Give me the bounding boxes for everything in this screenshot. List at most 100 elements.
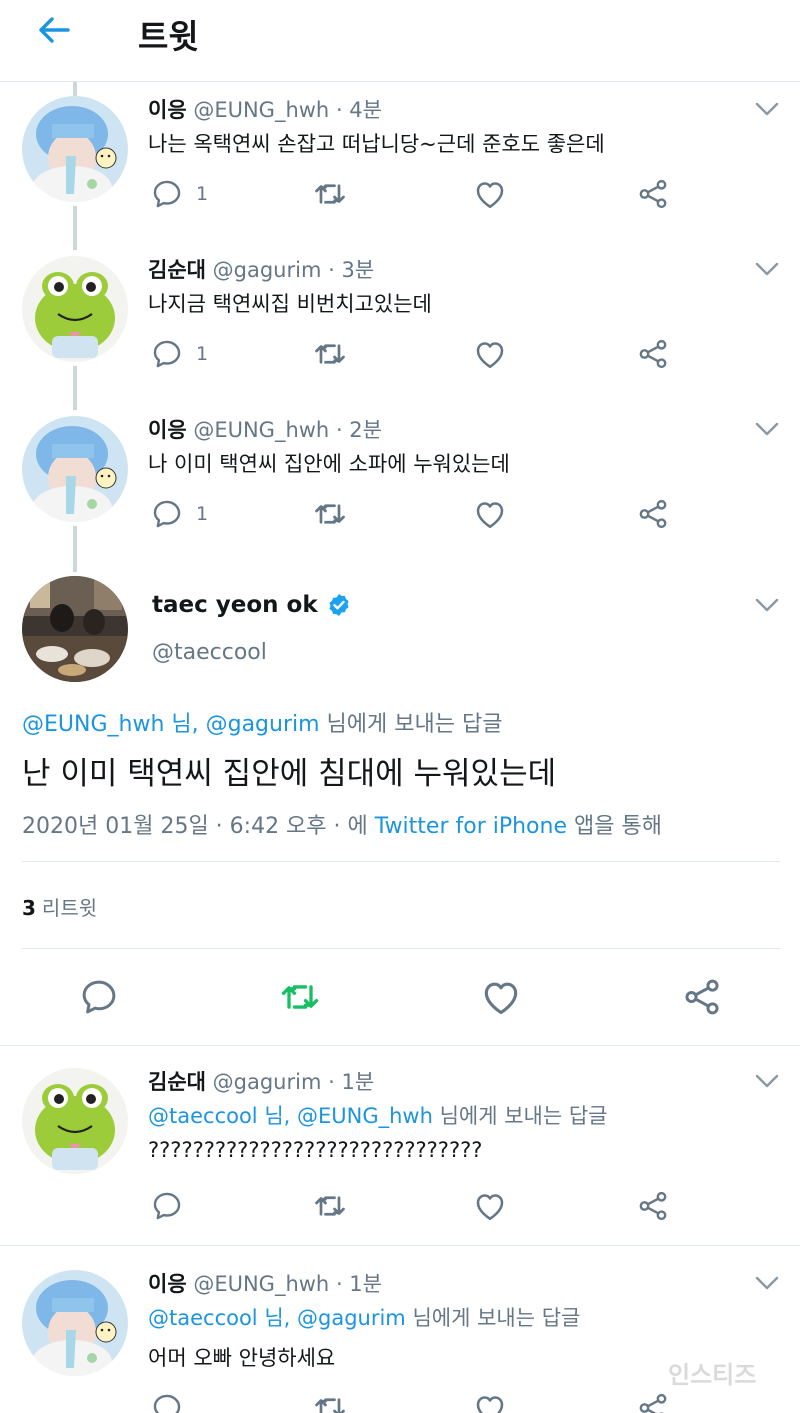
share-button[interactable] (636, 1390, 670, 1413)
user-name[interactable]: 이응 (148, 1272, 187, 1296)
tweet-header: 이응 @EUNG_hwh · 2분 (148, 414, 382, 444)
like-icon (479, 975, 523, 1019)
tweet-header: 김순대 @gagurim · 1분 (148, 1066, 374, 1096)
avatar[interactable] (22, 1270, 128, 1376)
like-button[interactable] (472, 1188, 508, 1224)
user-handle[interactable]: @EUNG_hwh (193, 1272, 329, 1296)
user-name[interactable]: 김순대 (148, 1070, 206, 1094)
replying-to: @taeccool 님, @EUNG_hwh 님에게 보내는 답글 (148, 1100, 608, 1130)
user-name[interactable]: 이응 (148, 418, 187, 442)
main-reply-button[interactable] (77, 975, 121, 1019)
user-handle[interactable]: @gagurim (213, 1070, 322, 1094)
retweet-icon (278, 975, 322, 1019)
main-retweet-button[interactable] (278, 975, 322, 1019)
avatar[interactable] (22, 256, 128, 362)
reply-button[interactable] (150, 1188, 184, 1224)
reply-mentions-link[interactable]: @taeccool 님, @gagurim (148, 1306, 406, 1330)
like-button[interactable] (472, 336, 508, 372)
like-icon (472, 496, 508, 532)
retweet-button[interactable] (312, 1188, 348, 1224)
share-button[interactable] (636, 496, 670, 532)
back-arrow-icon (39, 17, 70, 43)
main-tweet-menu-button[interactable] (754, 596, 780, 614)
replying-to: @EUNG_hwh 님, @gagurim 님에게 보내는 답글 (22, 706, 502, 738)
share-icon (636, 337, 670, 371)
tweet-actions: 1 (148, 496, 688, 532)
reply-button[interactable]: 1 (150, 496, 208, 532)
divider (22, 861, 780, 862)
tweet-menu-button[interactable] (754, 420, 780, 438)
main-share-button[interactable] (680, 975, 724, 1019)
chevron-down-icon (754, 1274, 780, 1292)
tweet-text: 나지금 택연씨집 비번치고있는데 (148, 292, 432, 316)
divider (22, 948, 780, 949)
thread-line (73, 206, 77, 250)
user-handle[interactable]: @EUNG_hwh (193, 98, 329, 122)
reply-suffix: 님에게 보내는 답글 (432, 1104, 608, 1128)
main-avatar[interactable] (22, 576, 128, 682)
tweet-actions: 1 (148, 336, 688, 372)
page-title: 트윗 (138, 17, 199, 56)
retweet-stat[interactable]: 3 리트윗 (22, 892, 97, 921)
like-button[interactable] (472, 176, 508, 212)
tweet-menu-button[interactable] (754, 1072, 780, 1090)
back-button[interactable] (30, 10, 78, 50)
tweet-menu-button[interactable] (754, 260, 780, 278)
reply-icon (150, 1189, 184, 1223)
retweet-icon (312, 1390, 348, 1413)
share-button[interactable] (636, 1188, 670, 1224)
watermark: 인스티즈 (668, 1361, 757, 1389)
thread-line (73, 82, 77, 96)
chevron-down-icon (754, 420, 780, 438)
divider (0, 1045, 800, 1046)
tweet-text: 나 이미 택연씨 집안에 소파에 누워있는데 (148, 452, 510, 476)
avatar[interactable] (22, 1068, 128, 1174)
tweet-text: 어머 오빠 안녕하세요 (148, 1346, 336, 1370)
user-handle[interactable]: @gagurim (213, 258, 322, 282)
reply-button[interactable]: 1 (150, 176, 208, 212)
main-user-display-name: taec yeon ok (152, 592, 318, 618)
retweet-button[interactable] (312, 496, 348, 532)
main-tweet-actions (0, 975, 800, 1019)
retweet-button[interactable] (312, 336, 348, 372)
chevron-down-icon (754, 596, 780, 614)
tweet-time: · 3분 (328, 258, 375, 282)
retweet-button[interactable] (312, 1390, 348, 1413)
tweet-actions (148, 1390, 688, 1413)
share-button[interactable] (636, 176, 670, 212)
thread-line (73, 526, 77, 572)
retweet-button[interactable] (312, 176, 348, 212)
user-handle[interactable]: @EUNG_hwh (193, 418, 329, 442)
tweet-menu-button[interactable] (754, 1274, 780, 1292)
reply-button[interactable]: 1 (150, 336, 208, 372)
avatar[interactable] (22, 96, 128, 202)
tweet-time: · 4분 (335, 98, 382, 122)
like-icon (472, 1188, 508, 1224)
tweet-source-link[interactable]: Twitter for iPhone (375, 814, 567, 839)
share-button[interactable] (636, 336, 670, 372)
share-icon (636, 1189, 670, 1223)
user-name[interactable]: 이응 (148, 98, 187, 122)
reply-mentions-link[interactable]: @taeccool 님, @EUNG_hwh (148, 1104, 433, 1128)
like-button[interactable] (472, 1390, 508, 1413)
tweet-header: 김순대 @gagurim · 3분 (148, 254, 374, 284)
like-icon (472, 336, 508, 372)
replying-to: @taeccool 님, @gagurim 님에게 보내는 답글 (148, 1302, 580, 1332)
like-button[interactable] (472, 496, 508, 532)
reply-button[interactable] (150, 1390, 184, 1413)
retweet-count: 3 (22, 896, 36, 920)
main-user-name[interactable]: taec yeon ok (152, 592, 352, 618)
chevron-down-icon (754, 260, 780, 278)
reply-icon (150, 497, 184, 531)
tweet-time: · 1분 (335, 1272, 382, 1296)
tweet-text: ?????????????????????????????? (148, 1138, 483, 1162)
retweet-icon (312, 496, 348, 532)
retweet-icon (312, 1188, 348, 1224)
share-icon (636, 177, 670, 211)
tweet-menu-button[interactable] (754, 100, 780, 118)
avatar[interactable] (22, 416, 128, 522)
user-name[interactable]: 김순대 (148, 258, 206, 282)
reply-mentions-link[interactable]: @EUNG_hwh 님, @gagurim (22, 712, 320, 737)
main-user-handle[interactable]: @taeccool (152, 640, 267, 665)
main-like-button[interactable] (479, 975, 523, 1019)
